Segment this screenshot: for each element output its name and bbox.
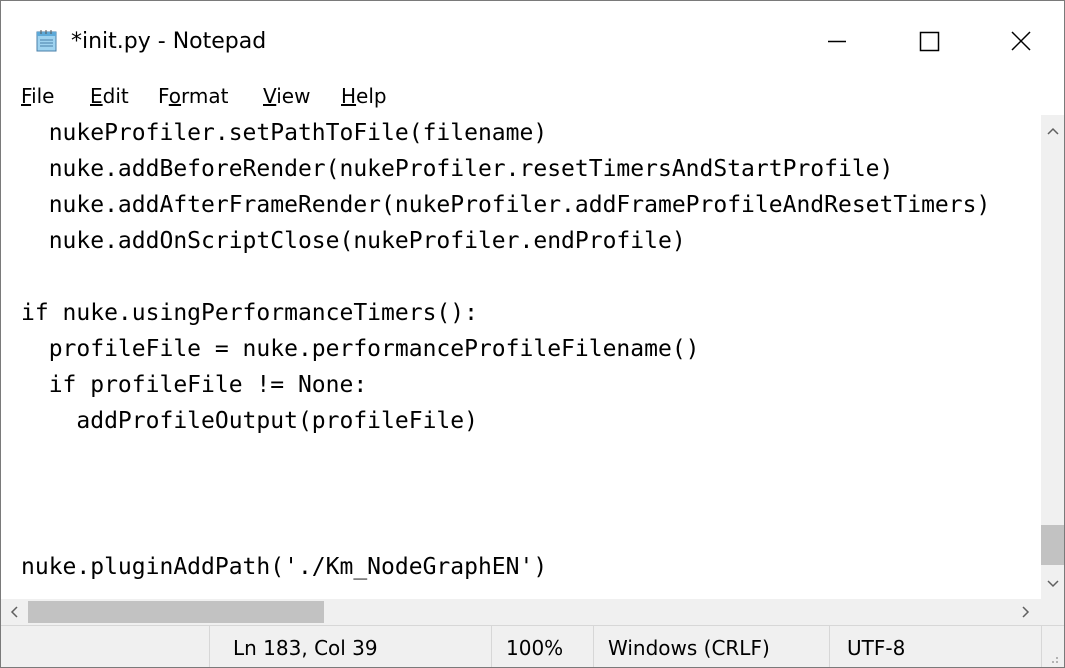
encoding: UTF-8	[847, 636, 906, 660]
chevron-up-icon	[1047, 127, 1059, 135]
menu-bar: File Edit Format View Help	[1, 81, 1064, 115]
menu-file-label: ile	[31, 84, 55, 108]
scroll-down-arrow[interactable]	[1041, 571, 1064, 595]
code-line: addProfileOutput(profileFile)	[21, 408, 478, 434]
status-divider	[491, 626, 492, 667]
resize-grip-icon[interactable]	[1041, 640, 1061, 666]
code-line: if nuke.usingPerformanceTimers():	[21, 300, 478, 326]
menu-edit-accelerator: E	[90, 84, 103, 108]
menu-file-accelerator: F	[21, 84, 32, 108]
window-title: *init.py - Notepad	[71, 29, 267, 54]
scroll-up-arrow[interactable]	[1041, 119, 1064, 143]
close-icon	[1011, 31, 1031, 51]
horizontal-scroll-thumb[interactable]	[28, 601, 324, 623]
code-line: profileFile = nuke.performanceProfileFil…	[21, 336, 700, 362]
scroll-left-arrow[interactable]	[3, 600, 27, 624]
text-editor[interactable]: nukeProfiler.setPathToFile(filename) nuk…	[1, 115, 1041, 599]
code-line: nuke.addAfterFrameRender(nukeProfiler.ad…	[21, 192, 991, 218]
title-bar[interactable]: *init.py - Notepad	[1, 1, 1064, 81]
code-line: nuke.addOnScriptClose(nukeProfiler.endPr…	[21, 228, 686, 254]
cursor-position: Ln 183, Col 39	[233, 636, 378, 660]
minimize-button[interactable]	[791, 1, 883, 81]
chevron-right-icon	[1022, 606, 1030, 618]
maximize-button[interactable]	[883, 1, 975, 81]
menu-help[interactable]: Help	[341, 81, 387, 111]
chevron-down-icon	[1047, 580, 1059, 588]
chevron-left-icon	[10, 606, 18, 618]
menu-edit-label: dit	[102, 84, 129, 108]
code-line: nuke.pluginAddPath('./Km_NodeGraphEN')	[21, 554, 548, 580]
vertical-scrollbar[interactable]	[1041, 115, 1064, 599]
status-divider	[593, 626, 594, 667]
notepad-window: *init.py - Notepad File Edit Format View…	[0, 0, 1065, 668]
menu-edit[interactable]: Edit	[90, 81, 129, 111]
menu-format-prefix: F	[158, 84, 169, 108]
status-bar: Ln 183, Col 39 100% Windows (CRLF) UTF-8	[1, 625, 1064, 667]
menu-format-accelerator: o	[168, 84, 182, 108]
close-button[interactable]	[974, 1, 1064, 81]
menu-view-accelerator: V	[263, 84, 277, 108]
minimize-icon	[828, 40, 846, 43]
status-divider	[829, 626, 830, 667]
menu-help-label: elp	[356, 84, 387, 108]
code-line: if profileFile != None:	[21, 372, 368, 398]
menu-format-label: rmat	[181, 84, 229, 108]
menu-format[interactable]: Format	[158, 81, 229, 111]
menu-file[interactable]: File	[21, 81, 54, 111]
scrollbar-corner	[1041, 599, 1064, 625]
horizontal-scrollbar[interactable]	[1, 599, 1041, 625]
status-divider	[209, 626, 210, 667]
maximize-icon	[919, 31, 940, 52]
code-line: nuke.addBeforeRender(nukeProfiler.resetT…	[21, 156, 894, 182]
menu-view-label: iew	[276, 84, 311, 108]
line-ending: Windows (CRLF)	[608, 636, 770, 660]
notepad-icon[interactable]	[35, 29, 59, 53]
code-line: nukeProfiler.setPathToFile(filename)	[21, 120, 548, 146]
vertical-scroll-thumb[interactable]	[1041, 525, 1064, 565]
scroll-right-arrow[interactable]	[1013, 600, 1037, 624]
menu-view[interactable]: View	[263, 81, 310, 111]
menu-help-accelerator: H	[341, 84, 357, 108]
zoom-level: 100%	[506, 636, 564, 660]
